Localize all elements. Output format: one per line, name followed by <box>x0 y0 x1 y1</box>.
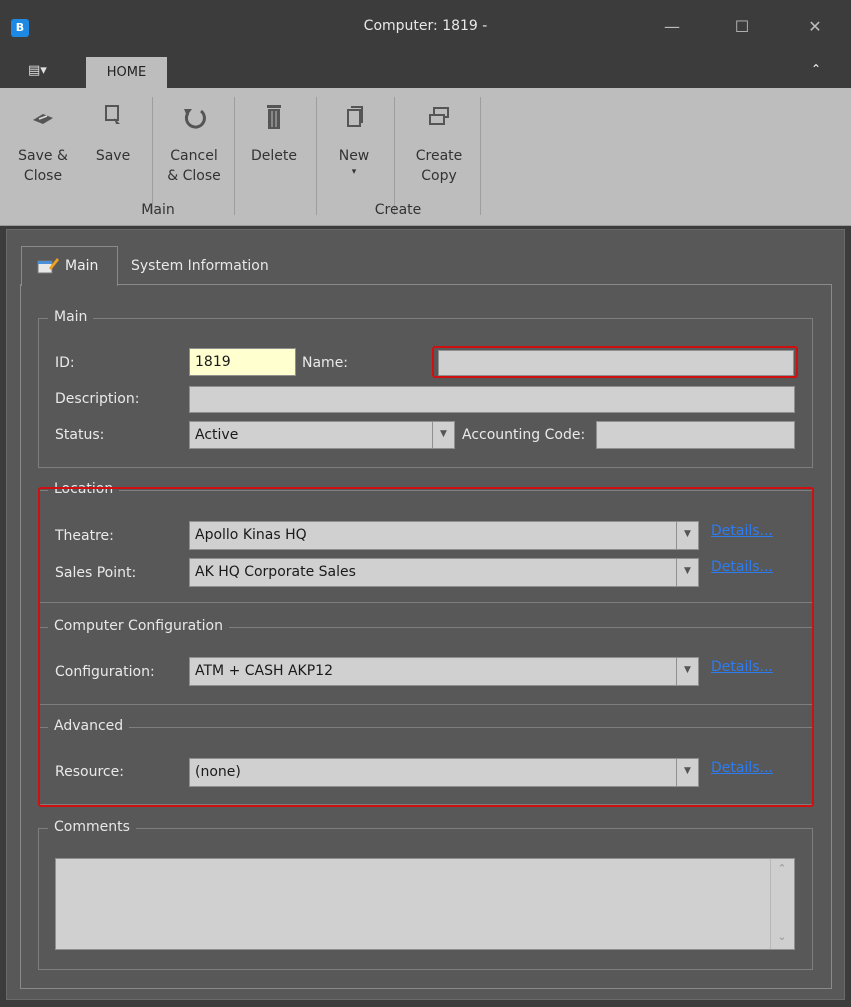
scroll-up-icon[interactable]: ⌃ <box>774 862 790 878</box>
trash-icon <box>267 105 281 129</box>
tab-main-label: Main <box>65 258 99 274</box>
accounting-code-label: Accounting Code: <box>462 427 586 443</box>
cancel-close-label-1: Cancel <box>170 148 218 164</box>
close-button[interactable]: ✕ <box>795 12 835 42</box>
name-label: Name: <box>302 355 349 371</box>
ribbon-separator <box>480 97 481 215</box>
delete-label: Delete <box>251 148 297 164</box>
copy-icon <box>429 107 449 125</box>
application-menu-button[interactable]: ▤▾ <box>28 63 62 83</box>
tab-home[interactable]: HOME <box>86 57 167 88</box>
create-copy-label-1: Create <box>415 148 463 164</box>
ribbon-group-main-label: Main <box>141 202 175 218</box>
location-config-advanced-highlight <box>38 487 814 807</box>
collapse-ribbon-icon[interactable]: ⌃ <box>806 62 826 82</box>
status-dropdown-arrow-icon[interactable]: ▼ <box>432 422 454 448</box>
save-close-label-2: Close <box>23 168 63 184</box>
undo-icon <box>184 109 206 129</box>
create-copy-label-2: Copy <box>421 168 457 184</box>
comments-group-legend: Comments <box>48 819 136 835</box>
new-label: New <box>338 148 370 164</box>
comments-textarea[interactable] <box>55 858 795 950</box>
ribbon-separator <box>394 97 395 215</box>
new-button[interactable]: New ▾ <box>330 98 378 198</box>
id-label: ID: <box>55 355 75 371</box>
save-close-button[interactable]: Save & Close <box>10 98 76 198</box>
create-copy-button[interactable]: Create Copy <box>406 98 472 198</box>
status-dropdown[interactable]: Active <box>189 421 455 449</box>
save-close-icon <box>33 114 53 124</box>
minimize-button[interactable]: — <box>652 12 692 42</box>
main-group-legend: Main <box>48 309 94 325</box>
ribbon-separator <box>152 97 153 215</box>
save-label: Save <box>95 148 131 164</box>
save-button[interactable]: Save <box>88 98 138 198</box>
scroll-down-icon[interactable]: ⌄ <box>774 930 790 946</box>
new-document-icon <box>347 106 363 127</box>
ribbon-separator <box>316 97 317 215</box>
maximize-button[interactable]: ☐ <box>722 12 762 42</box>
edit-form-icon <box>37 258 59 274</box>
tab-system-information-label: System Information <box>131 258 269 274</box>
ribbon-group-create-label: Create <box>374 202 422 218</box>
name-field[interactable] <box>438 350 794 376</box>
ribbon-separator <box>234 97 235 215</box>
save-close-label-1: Save & <box>18 148 68 164</box>
description-field[interactable] <box>189 386 795 413</box>
new-dropdown-arrow: ▾ <box>351 167 357 177</box>
save-icon <box>105 105 120 124</box>
cancel-close-button[interactable]: Cancel & Close <box>160 98 228 198</box>
id-field[interactable]: 1819 <box>189 348 296 376</box>
description-label: Description: <box>55 391 140 407</box>
delete-button[interactable]: Delete <box>244 98 304 198</box>
cancel-close-label-2: & Close <box>167 168 221 184</box>
status-label: Status: <box>55 427 105 443</box>
accounting-code-field[interactable] <box>596 421 795 449</box>
